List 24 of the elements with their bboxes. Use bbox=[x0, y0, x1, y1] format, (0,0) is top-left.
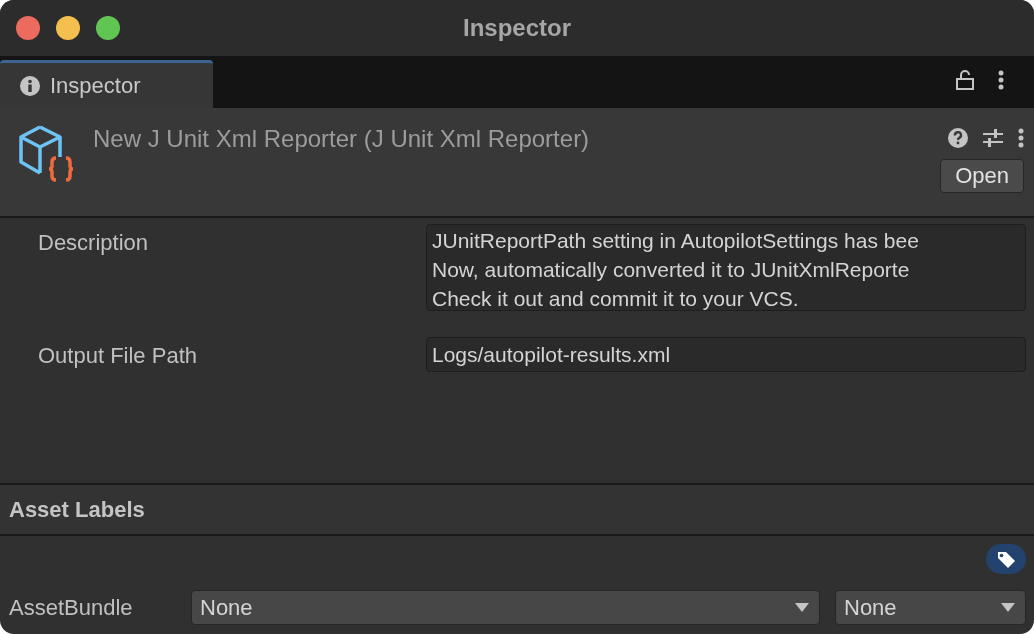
input-field[interactable]: Logs/autopilot-results.xml bbox=[426, 337, 1026, 372]
more-icon[interactable] bbox=[998, 70, 1004, 90]
close-icon[interactable] bbox=[16, 16, 40, 40]
sliders-icon[interactable] bbox=[982, 128, 1004, 148]
object-title: New J Unit Xml Reporter (J Unit Xml Reporter) bbox=[93, 124, 590, 154]
lock-icon[interactable] bbox=[956, 70, 974, 90]
caret-icon bbox=[795, 603, 809, 612]
field-label: AssetBundle bbox=[8, 594, 134, 622]
window-title: Inspector bbox=[463, 16, 571, 40]
minimize-icon[interactable] bbox=[56, 16, 80, 40]
section-title: Asset Labels bbox=[9, 496, 145, 524]
dropdown[interactable]: None bbox=[191, 590, 820, 625]
maximize-icon[interactable] bbox=[96, 16, 120, 40]
field-label: Output File Path bbox=[37, 342, 198, 370]
field-label: Description bbox=[37, 229, 150, 257]
caret-icon bbox=[1001, 603, 1015, 612]
tag-icon[interactable] bbox=[986, 544, 1026, 574]
dropdown[interactable]: None bbox=[835, 590, 1026, 625]
tab[interactable]: Inspector bbox=[0, 60, 213, 108]
help-icon[interactable] bbox=[948, 128, 968, 148]
info-icon bbox=[20, 75, 40, 96]
description-text-area[interactable]: JUnitReportPath setting in AutopilotSettings has bee Now, automatically converted it to JUnitXmlReporte Check it out and commit it to your VCS. bbox=[426, 224, 1026, 311]
more-icon[interactable] bbox=[1018, 128, 1024, 148]
open-button[interactable]: Open bbox=[940, 159, 1024, 193]
